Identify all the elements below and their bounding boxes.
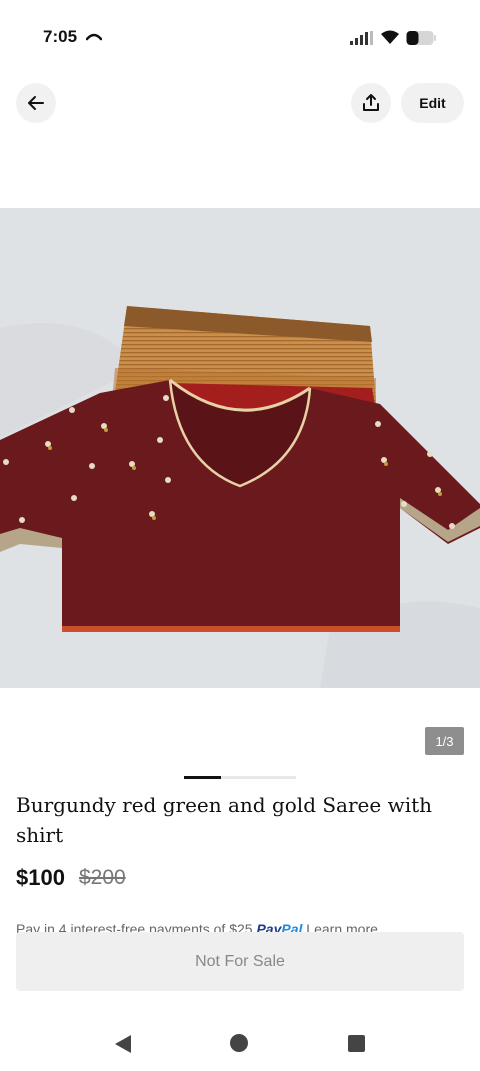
battery-icon [406, 31, 436, 45]
nav-home-icon[interactable] [230, 1034, 248, 1052]
share-icon [363, 94, 379, 111]
gallery-progress-active [184, 776, 222, 779]
back-button[interactable] [16, 83, 56, 123]
listing-price: $100 [16, 865, 65, 890]
gallery-progress [184, 776, 296, 779]
nav-back-icon[interactable] [114, 1034, 132, 1054]
nav-recents-icon[interactable] [348, 1035, 365, 1052]
not-for-sale-button[interactable]: Not For Sale [16, 932, 464, 991]
image-counter: 1/3 [425, 727, 464, 755]
share-button[interactable] [351, 83, 391, 123]
call-icon [86, 33, 102, 41]
edit-button[interactable]: Edit [401, 83, 464, 123]
status-time: 7:05 [43, 27, 78, 46]
arrow-left-icon [28, 96, 44, 110]
listing-title: Burgundy red green and gold Saree with s… [16, 793, 433, 847]
product-photo[interactable] [0, 208, 480, 688]
signal-icon [350, 31, 373, 45]
listing-original-price: $200 [79, 866, 126, 889]
wifi-icon [381, 30, 399, 44]
paypal-installments: Pay in 4 interest-free payments of $25 P… [16, 919, 466, 933]
status-bar: 7:05 [0, 0, 480, 76]
